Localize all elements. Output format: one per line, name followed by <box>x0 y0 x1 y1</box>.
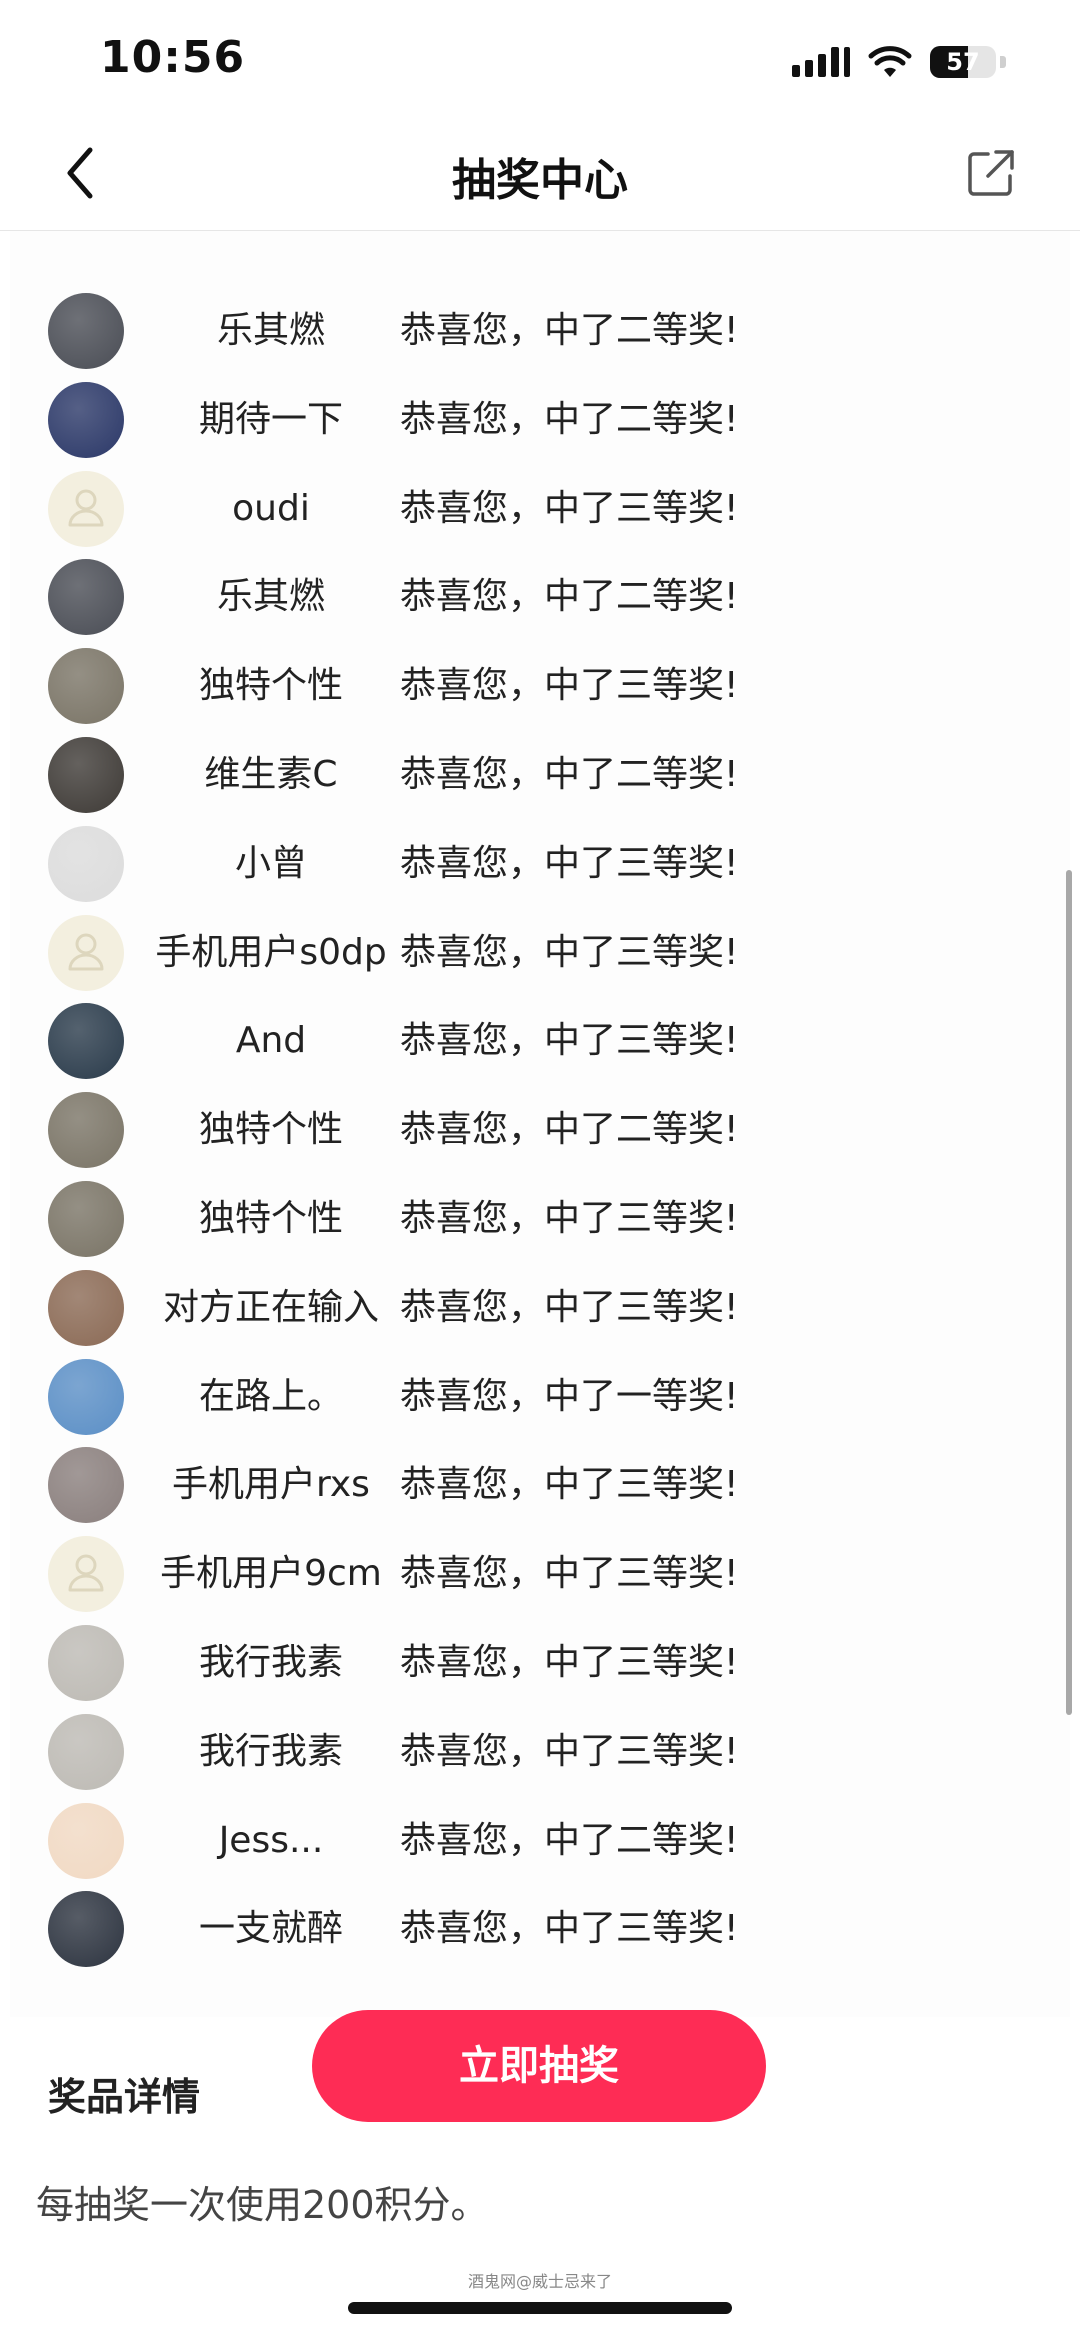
winner-message: 恭喜您，中了三等奖! <box>400 1908 739 1950</box>
battery-tip <box>1000 56 1006 68</box>
status-time: 10:56 <box>100 32 246 83</box>
winner-name: And <box>235 1020 307 1062</box>
scrollbar[interactable] <box>1066 870 1072 1715</box>
photo-sketch-figure[interactable] <box>48 648 124 725</box>
winner-name: 乐其燃 <box>216 576 325 618</box>
winner-message: 恭喜您，中了三等奖! <box>400 1730 739 1772</box>
winner-name: 我行我素 <box>198 1642 343 1683</box>
winner-message: 恭喜您，中了二等奖! <box>400 576 739 618</box>
winner-row: 手机用户s0dp 恭喜您，中了三等奖! <box>10 909 1070 997</box>
winner-name: 维生素C <box>204 754 338 795</box>
watermark: 酒鬼网@威士忌来了 <box>467 2272 612 2291</box>
winner-row: 维生素C 恭喜您，中了二等奖! <box>10 731 1070 819</box>
battery-icon: 57 <box>930 46 996 78</box>
photo-girl-portrait[interactable] <box>48 737 124 813</box>
winner-row: 我行我素 恭喜您，中了三等奖! <box>10 1708 1070 1796</box>
winner-name: oudi <box>232 487 310 529</box>
winner-message: 恭喜您，中了二等奖! <box>400 754 739 795</box>
winner-row: 独特个性 恭喜您，中了三等奖! <box>10 642 1070 730</box>
photo-tshirt-back[interactable] <box>48 1891 124 1968</box>
winner-row: 乐其燃 恭喜您，中了二等奖! <box>10 553 1070 641</box>
winner-message: 恭喜您，中了三等奖! <box>400 931 739 973</box>
winner-message: 恭喜您，中了二等奖! <box>400 1109 739 1151</box>
winner-message: 恭喜您，中了三等奖! <box>400 1020 739 1062</box>
battery-level: 57 <box>946 48 980 76</box>
winner-message: 恭喜您，中了二等奖! <box>400 1819 739 1861</box>
winner-name: 独特个性 <box>198 1198 343 1239</box>
winner-row: 一支就醉 恭喜您，中了三等奖! <box>10 1885 1070 1973</box>
winner-name: Jess... <box>218 1819 324 1861</box>
cellular-signal-icon <box>792 47 850 77</box>
share-external-icon[interactable] <box>966 148 1016 198</box>
winner-row: 我行我素 恭喜您，中了三等奖! <box>10 1619 1070 1707</box>
photo-dark-figure[interactable] <box>48 1003 124 1080</box>
photo-black-hat[interactable] <box>48 825 124 902</box>
winner-row: And 恭喜您，中了三等奖! <box>10 997 1070 1085</box>
photo-gray-texture[interactable] <box>48 1625 124 1701</box>
winner-message: 恭喜您，中了三等奖! <box>400 1642 739 1683</box>
winner-message: 恭喜您，中了三等奖! <box>400 665 739 707</box>
winner-message: 恭喜您，中了三等奖! <box>400 1198 739 1239</box>
winner-name: 手机用户s0dp <box>155 931 387 973</box>
winner-message: 恭喜您，中了三等奖! <box>400 487 739 529</box>
photo-gray-texture[interactable] <box>48 1713 124 1790</box>
default-user-icon[interactable] <box>48 1536 124 1613</box>
page-title: 抽奖中心 <box>452 155 628 206</box>
photo-bare-trees[interactable] <box>48 1447 124 1524</box>
winner-name: 乐其燃 <box>216 310 325 351</box>
winner-row: 乐其燃 恭喜您，中了二等奖! <box>10 287 1070 375</box>
winner-name: 手机用户9cm <box>160 1553 382 1595</box>
prize-details-title: 奖品详情 <box>48 2075 201 2119</box>
photo-dark-helmet[interactable] <box>48 293 124 369</box>
winner-message: 恭喜您，中了三等奖! <box>400 1464 739 1506</box>
winner-row: oudi 恭喜您，中了三等奖! <box>10 465 1070 553</box>
winner-name: 手机用户rxs <box>172 1464 370 1506</box>
winner-row: 小曾 恭喜您，中了三等奖! <box>10 820 1070 908</box>
winner-message: 恭喜您，中了一等奖! <box>400 1375 739 1417</box>
winner-name: 在路上。 <box>198 1375 343 1417</box>
winner-message: 恭喜您，中了三等奖! <box>400 1286 739 1328</box>
winner-name: 独特个性 <box>198 665 343 707</box>
winner-row: 手机用户rxs 恭喜您，中了三等奖! <box>10 1441 1070 1529</box>
photo-night-city[interactable] <box>48 381 124 458</box>
status-bar: 10:56 57 <box>0 0 1080 118</box>
photo-sketch-figure[interactable] <box>48 1092 124 1169</box>
photo-cartoon-girl[interactable] <box>48 1802 124 1879</box>
default-user-icon[interactable] <box>48 470 124 547</box>
wifi-icon <box>868 46 912 77</box>
winner-name: 对方正在输入 <box>162 1286 379 1328</box>
winner-name: 独特个性 <box>198 1109 343 1151</box>
nav-header: 抽奖中心 <box>0 118 1080 231</box>
winner-name: 期待一下 <box>198 398 343 440</box>
home-indicator[interactable] <box>348 2302 732 2314</box>
winner-name: 小曾 <box>234 842 307 884</box>
draw-now-button[interactable]: 立即抽奖 <box>312 2010 766 2122</box>
winner-row: Jess... 恭喜您，中了二等奖! <box>10 1797 1070 1885</box>
winner-message: 恭喜您，中了三等奖! <box>400 1553 739 1595</box>
photo-dog-sunset[interactable] <box>48 1269 124 1346</box>
winner-row: 在路上。 恭喜您，中了一等奖! <box>10 1353 1070 1441</box>
winner-row: 独特个性 恭喜您，中了三等奖! <box>10 1175 1070 1263</box>
default-user-icon[interactable] <box>48 914 124 991</box>
winner-row: 手机用户9cm 恭喜您，中了三等奖! <box>10 1530 1070 1618</box>
winner-message: 恭喜您，中了二等奖! <box>400 310 739 351</box>
prize-details-text: 每抽奖一次使用200积分。 <box>36 2183 489 2227</box>
winner-row: 期待一下 恭喜您，中了二等奖! <box>10 376 1070 464</box>
winner-list[interactable]: 乐其燃 恭喜您，中了二等奖! 期待一下 恭喜您，中了二等奖! oudi 恭喜您，中了三等奖… <box>10 231 1070 2017</box>
winner-name: 我行我素 <box>198 1730 343 1772</box>
winner-message: 恭喜您，中了三等奖! <box>400 842 739 884</box>
photo-sky-sea[interactable] <box>48 1358 124 1435</box>
winner-name: 一支就醉 <box>198 1908 343 1950</box>
photo-dark-helmet[interactable] <box>48 559 124 636</box>
status-icons: 57 <box>792 40 1006 84</box>
winner-row: 对方正在输入 恭喜您，中了三等奖! <box>10 1264 1070 1352</box>
winner-row: 独特个性 恭喜您，中了二等奖! <box>10 1086 1070 1174</box>
photo-sketch-figure[interactable] <box>48 1181 124 1257</box>
winner-message: 恭喜您，中了二等奖! <box>400 398 739 440</box>
